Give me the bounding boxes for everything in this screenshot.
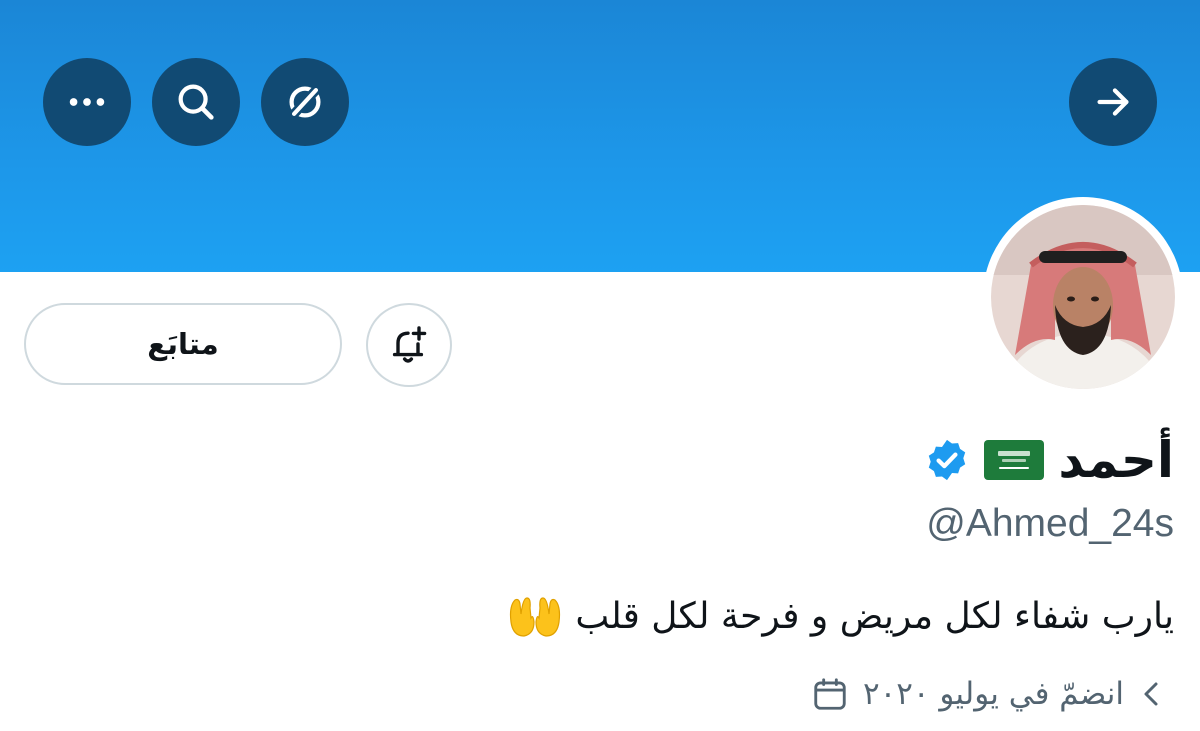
notifications-button[interactable]: [366, 303, 452, 387]
calendar-icon: [811, 675, 849, 713]
explore-icon: [289, 86, 321, 118]
joined-date-row: انضمّ في يوليو ٢٠٢٠: [811, 666, 1164, 722]
bio-text: يارب شفاء لكل مريض و فرحة لكل قلب: [575, 595, 1174, 637]
following-button-label: متابَع: [147, 327, 219, 361]
search-button[interactable]: [152, 58, 240, 146]
avatar-image: [991, 205, 1175, 389]
forward-button[interactable]: [1069, 58, 1157, 146]
more-icon: [69, 98, 105, 106]
verified-badge-icon: [924, 437, 970, 483]
bio: يارب شفاء لكل مريض و فرحة لكل قلب: [507, 592, 1174, 640]
more-options-button[interactable]: [43, 58, 131, 146]
joined-date-text: انضمّ في يوليو ٢٠٢٠: [862, 676, 1124, 712]
arrow-right-icon: [1097, 88, 1129, 116]
explore-button[interactable]: [261, 58, 349, 146]
username-handle: @Ahmed_24s: [926, 502, 1174, 545]
following-button[interactable]: متابَع: [24, 303, 342, 385]
bell-plus-icon: [392, 326, 427, 363]
name-row: أحمد: [924, 420, 1174, 500]
search-icon: [178, 84, 214, 120]
chevron-left-icon[interactable]: [1138, 679, 1164, 709]
display-name: أحمد: [1058, 431, 1174, 489]
palms-up-together-icon: [507, 592, 563, 640]
saudi-flag-icon: [984, 440, 1045, 480]
avatar[interactable]: [983, 197, 1183, 397]
